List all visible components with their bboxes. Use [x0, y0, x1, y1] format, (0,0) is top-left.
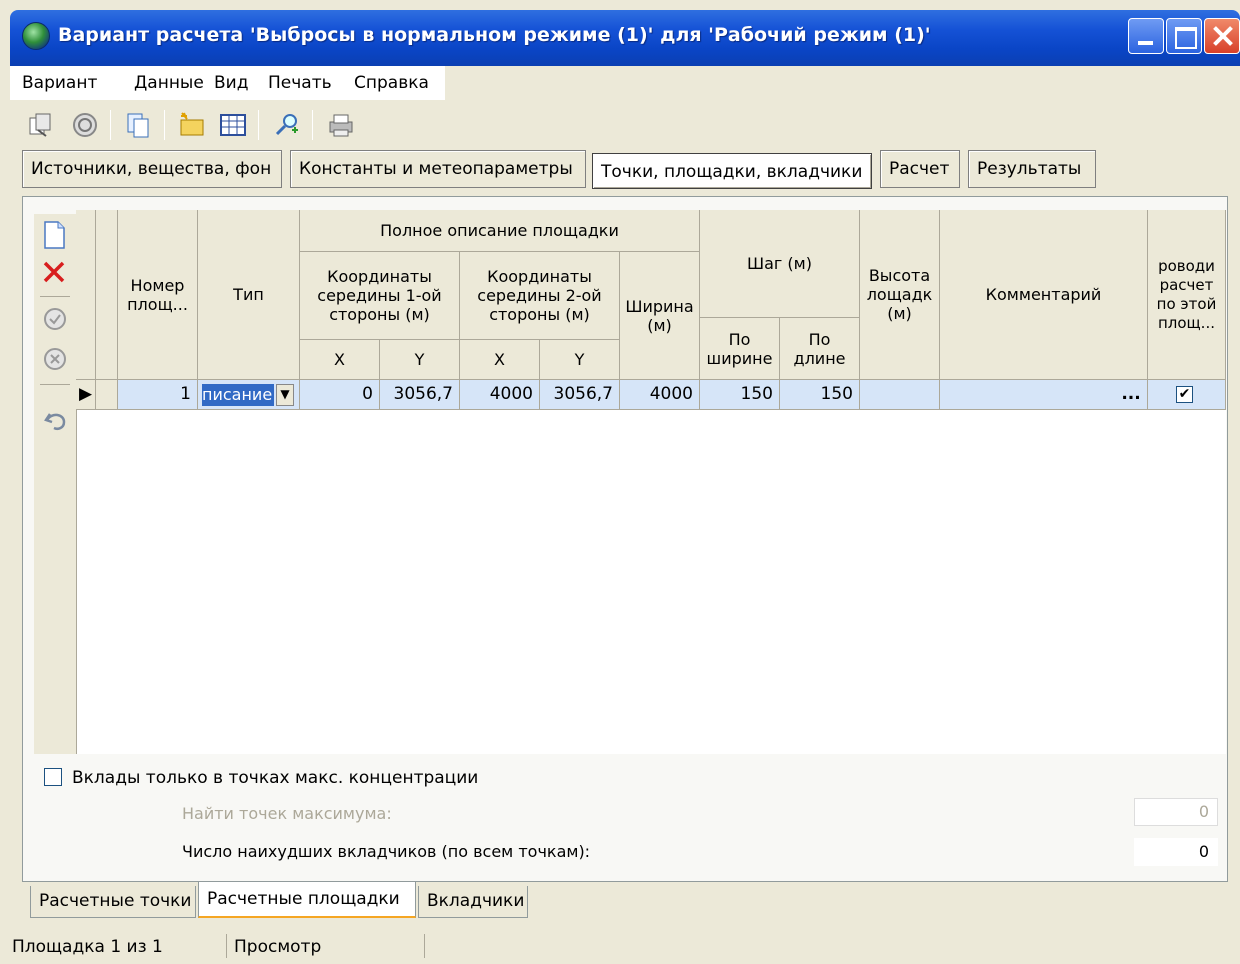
worst-contrib-label: Число наихудших вкладчиков (по всем точк…	[182, 842, 591, 861]
tab-points[interactable]: Точки, площадки, вкладчики	[592, 153, 872, 189]
cell-height[interactable]	[860, 380, 940, 410]
grid-icon[interactable]	[218, 110, 248, 140]
new-folder-icon[interactable]	[178, 110, 208, 140]
cell-x1[interactable]: 0	[300, 380, 380, 410]
col-step-width-header[interactable]: По ширине	[700, 318, 780, 380]
col-y2-header[interactable]: Y	[540, 340, 620, 380]
toolbar-separator	[258, 110, 259, 140]
cell-step-length[interactable]: 150	[780, 380, 860, 410]
col-step-length-header[interactable]: По длине	[780, 318, 860, 380]
col-type-header[interactable]: Тип	[198, 210, 300, 380]
col-coord2-header: Координаты середины 2-ой стороны (м)	[460, 252, 620, 340]
menu-view[interactable]: Вид	[214, 66, 248, 100]
close-button[interactable]	[1204, 18, 1240, 54]
dropdown-arrow-icon[interactable]: ▼	[276, 384, 294, 406]
copy-doc-icon[interactable]	[26, 110, 56, 140]
col-calc-header[interactable]: роводи расчет по этой площ...	[1148, 210, 1226, 380]
current-row-indicator-icon: ▶	[76, 380, 96, 410]
find-max-label: Найти точек максимума:	[182, 804, 392, 823]
status-divider	[424, 934, 425, 958]
menu-variant[interactable]: Вариант	[22, 66, 97, 100]
row-indicator-header	[76, 210, 96, 380]
row-selector[interactable]	[96, 380, 118, 410]
cell-step-width[interactable]: 150	[700, 380, 780, 410]
type-select-value[interactable]: писание	[202, 384, 274, 406]
calc-checkbox[interactable]: ✔	[1176, 386, 1193, 403]
menu-data[interactable]: Данные	[134, 66, 204, 100]
tab-calc-points[interactable]: Расчетные точки	[30, 886, 196, 918]
comment-ellipsis-button[interactable]: ...	[1120, 380, 1142, 408]
side-separator	[40, 384, 70, 385]
undo-icon[interactable]	[42, 408, 70, 434]
col-width-header[interactable]: Ширина (м)	[620, 252, 700, 380]
search-icon[interactable]	[272, 110, 302, 140]
find-max-field: 0	[1134, 798, 1218, 826]
status-divider	[226, 934, 227, 958]
window-title: Вариант расчета 'Выбросы в нормальном ре…	[58, 24, 931, 46]
grid-side-toolbar	[34, 214, 76, 754]
print-icon[interactable]	[326, 110, 356, 140]
tab-calc[interactable]: Расчет	[880, 150, 960, 188]
contrib-only-max-checkbox[interactable]	[44, 768, 62, 786]
apply-icon	[44, 308, 66, 330]
col-comment-header[interactable]: Комментарий	[940, 210, 1148, 380]
col-x2-header[interactable]: X	[460, 340, 540, 380]
cell-width[interactable]: 4000	[620, 380, 700, 410]
cell-type[interactable]: писание ▼	[198, 380, 300, 410]
duplicate-icon[interactable]	[124, 110, 154, 140]
cell-x2[interactable]: 4000	[460, 380, 540, 410]
worst-contrib-field[interactable]: 0	[1134, 838, 1218, 866]
toolbar-separator	[312, 110, 313, 140]
new-record-icon[interactable]	[40, 220, 68, 250]
tab-contributors[interactable]: Вкладчики	[418, 886, 528, 918]
row-select-header	[96, 210, 118, 380]
tab-results[interactable]: Результаты	[968, 150, 1096, 188]
cell-calc[interactable]: ✔	[1148, 380, 1226, 410]
cell-y2[interactable]: 3056,7	[540, 380, 620, 410]
col-y1-header[interactable]: Y	[380, 340, 460, 380]
cell-y1[interactable]: 3056,7	[380, 380, 460, 410]
col-full-desc-header: Полное описание площадки	[300, 210, 700, 252]
col-x1-header[interactable]: X	[300, 340, 380, 380]
minimize-button[interactable]	[1128, 18, 1164, 54]
tab-constants[interactable]: Константы и метеопараметры	[290, 150, 586, 188]
status-bar	[10, 930, 1240, 960]
col-number-header[interactable]: Номер площ...	[118, 210, 198, 380]
cell-comment[interactable]: ...	[940, 380, 1148, 410]
tab-calc-areas[interactable]: Расчетные площадки	[198, 882, 416, 918]
toolbar-separator	[110, 110, 111, 140]
tab-sources[interactable]: Источники, вещества, фон	[22, 150, 282, 188]
status-mode: Просмотр	[234, 937, 322, 957]
col-height-header[interactable]: Высота лощадк (м)	[860, 210, 940, 380]
menu-print[interactable]: Печать	[268, 66, 332, 100]
status-record: Площадка 1 из 1	[12, 937, 163, 957]
cancel-icon	[44, 348, 66, 370]
col-coord1-header: Координаты середины 1-ой стороны (м)	[300, 252, 460, 340]
app-globe-icon	[22, 22, 50, 50]
cell-number[interactable]: 1	[118, 380, 198, 410]
menu-help[interactable]: Справка	[354, 66, 429, 100]
toolbar-separator	[164, 110, 165, 140]
delete-record-icon[interactable]	[40, 258, 68, 286]
col-step-header: Шаг (м)	[700, 210, 860, 318]
maximize-button[interactable]	[1166, 18, 1202, 54]
contrib-only-max-label: Вклады только в точках макс. концентраци…	[72, 768, 479, 788]
side-separator	[40, 296, 70, 297]
refresh-icon[interactable]	[70, 110, 100, 140]
